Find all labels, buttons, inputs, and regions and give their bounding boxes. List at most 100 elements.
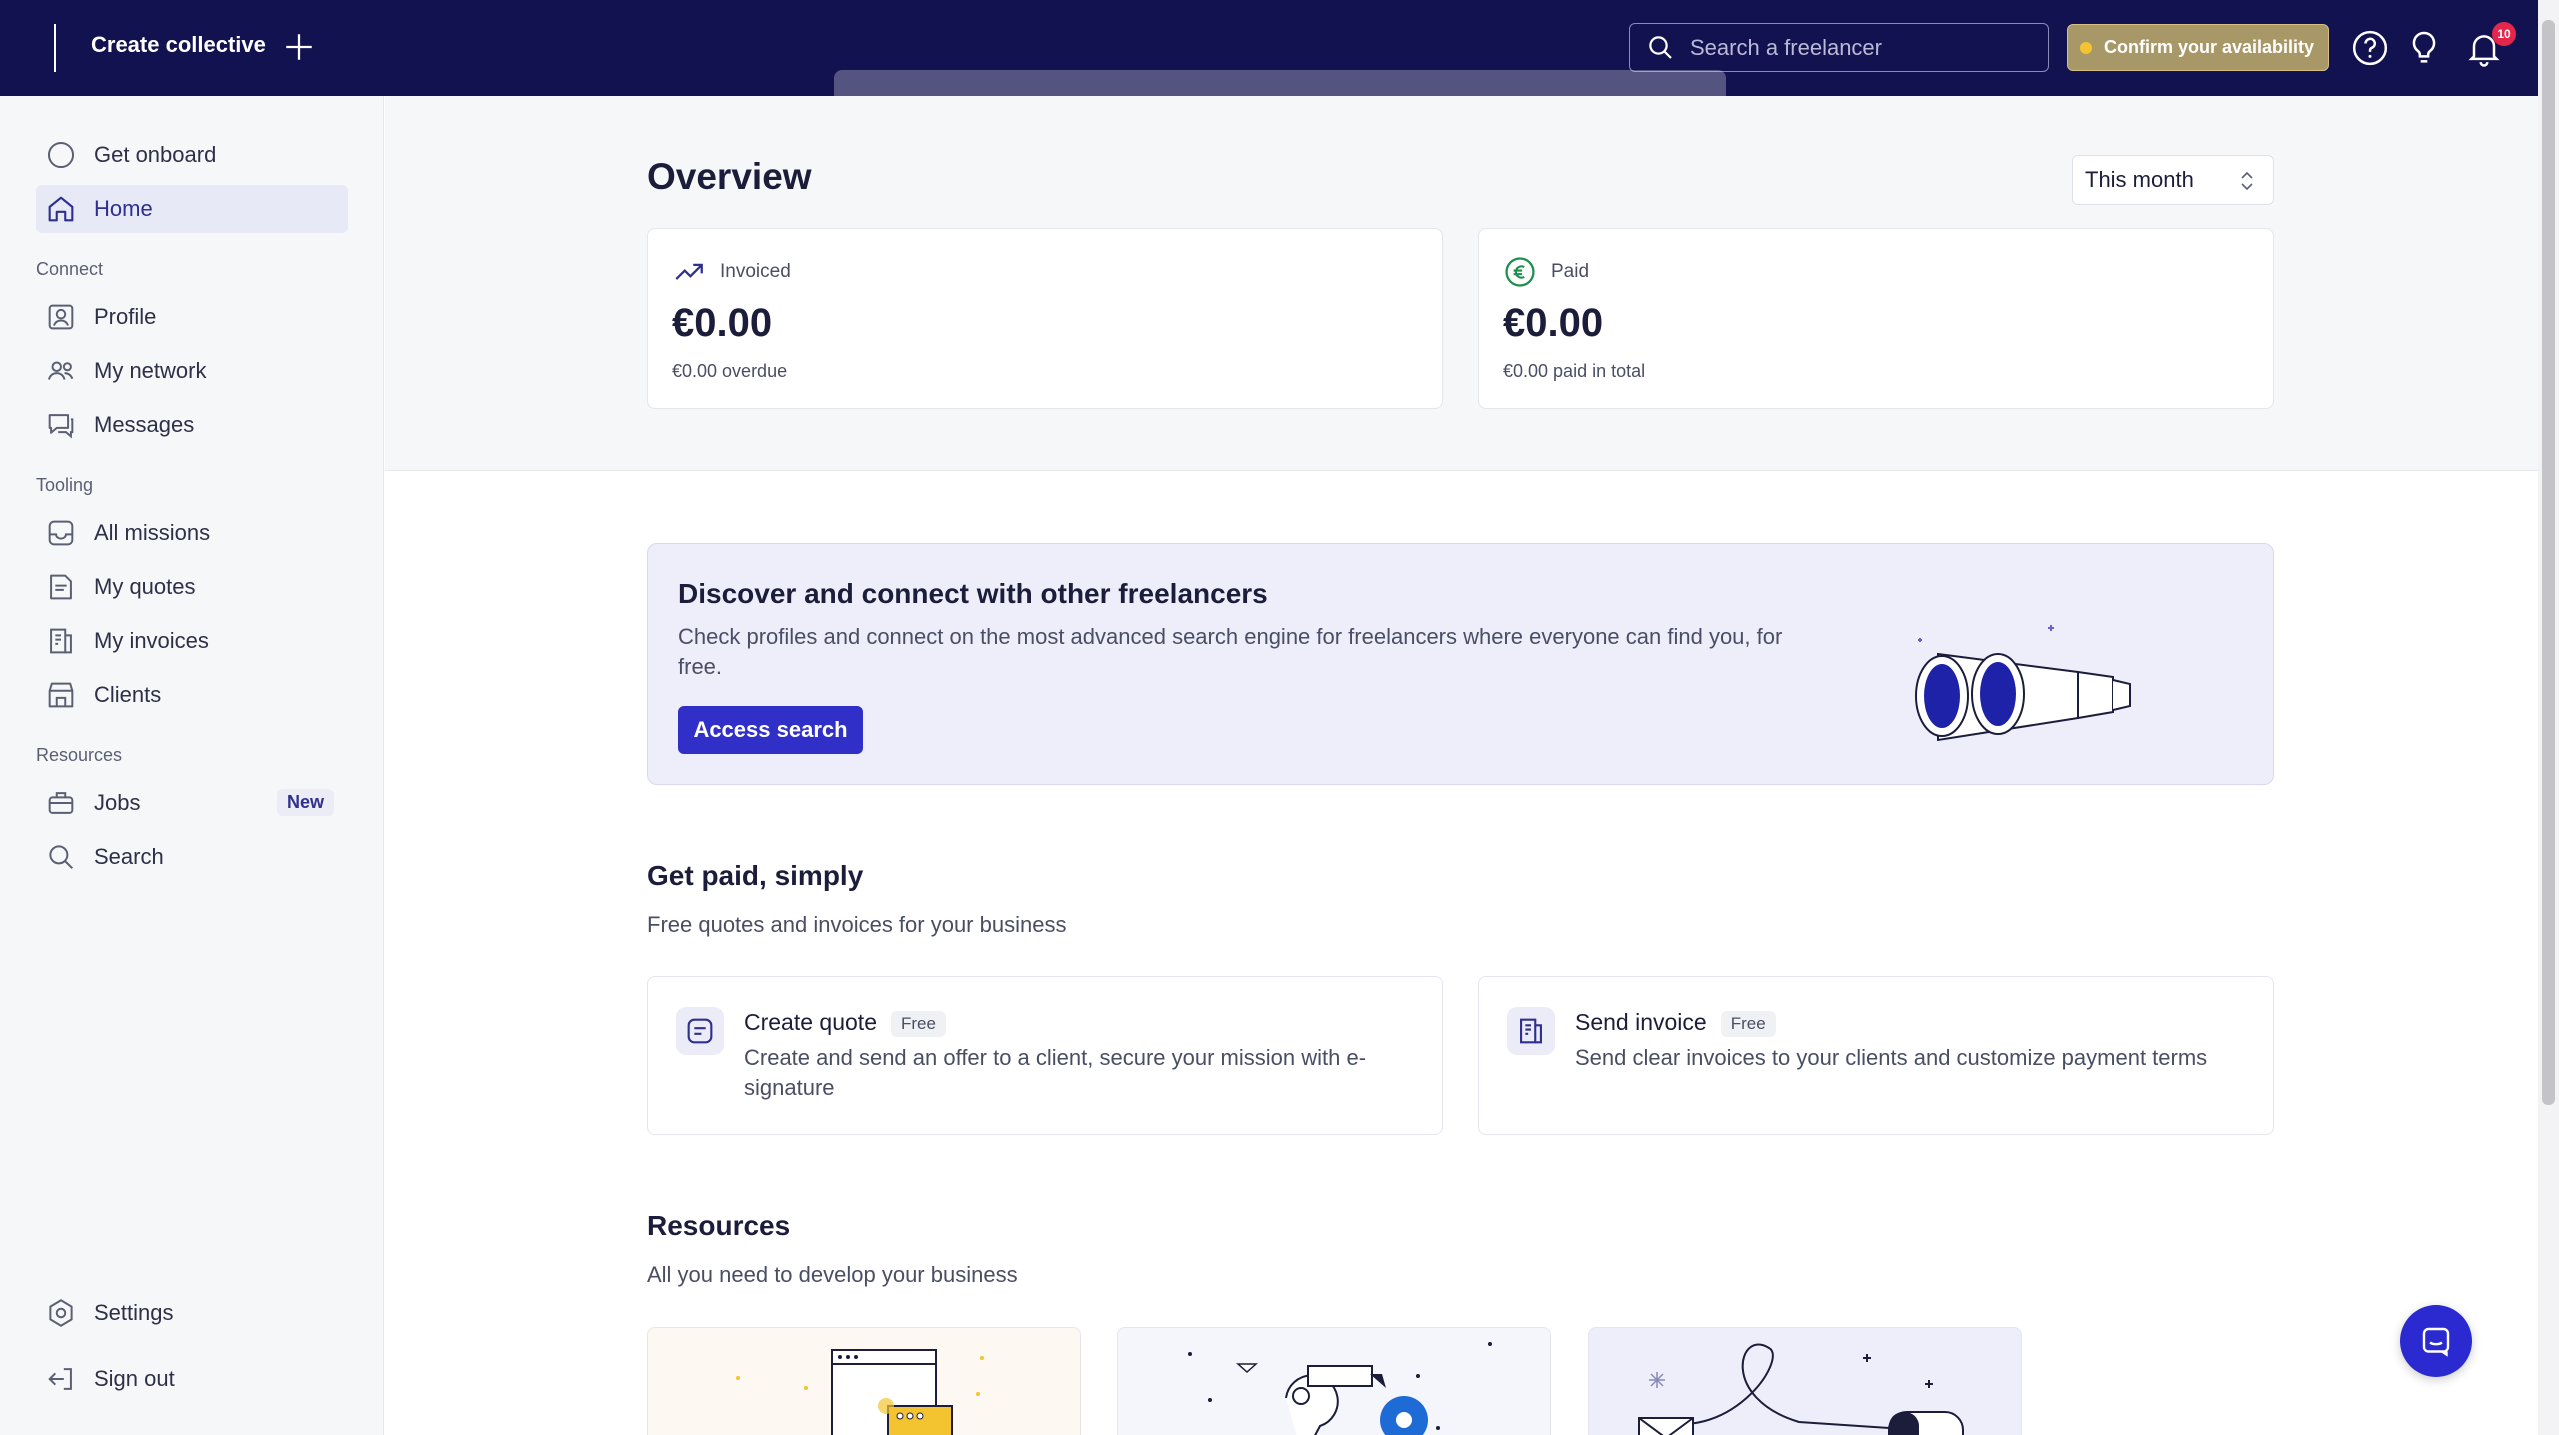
quote-document-icon	[50, 574, 72, 600]
sidebar-section-connect: Connect	[36, 259, 104, 279]
resource-card[interactable]	[1588, 1327, 2022, 1435]
sidebar-item-all-missions[interactable]: All missions	[36, 509, 348, 557]
circle-icon	[47, 141, 75, 169]
chat-icon	[48, 414, 74, 439]
topbar-divider	[54, 24, 56, 72]
email-path-illustration	[1638, 1343, 1964, 1435]
period-select[interactable]: This month	[2072, 155, 2274, 205]
sidebar-section-tooling: Tooling	[36, 475, 94, 495]
map-pin-illustration	[1188, 1342, 1492, 1435]
discover-text: Check profiles and connect on the most a…	[678, 624, 1783, 679]
send-invoice-card[interactable]: Send invoice Free Send clear invoices to …	[1478, 976, 2274, 1135]
sidebar-item-home[interactable]: Home	[36, 185, 348, 233]
get-paid-title: Get paid, simply	[647, 860, 864, 891]
trend-up-icon	[675, 263, 703, 280]
sidebar-item-label: My network	[94, 358, 207, 383]
create-quote-description: Create and send an offer to a client, se…	[744, 1045, 1367, 1100]
chat-support-button[interactable]	[2400, 1305, 2472, 1377]
website-illustration	[736, 1349, 984, 1435]
sidebar-item-label: My invoices	[94, 628, 209, 653]
invoice-icon	[1520, 1018, 1542, 1044]
scrollbar-thumb[interactable]	[2542, 20, 2555, 1105]
paid-label: Paid	[1551, 261, 1590, 282]
sidebar-item-my-invoices[interactable]: My invoices	[36, 617, 348, 665]
sidebar-item-label: Search	[94, 844, 164, 869]
send-invoice-title-row: Send invoice Free	[1575, 1009, 1776, 1037]
sidebar-item-label: Jobs	[94, 790, 141, 815]
invoice-icon	[50, 628, 72, 654]
access-search-button[interactable]: Access search	[678, 706, 863, 754]
sidebar-item-label: Clients	[94, 682, 162, 707]
storefront-icon	[48, 682, 74, 708]
confirm-availability-label: Confirm your availability	[2104, 37, 2315, 57]
create-collective-link[interactable]: Create collective	[91, 32, 266, 58]
sidebar-item-messages[interactable]: Messages	[36, 401, 348, 449]
search-input[interactable]	[1690, 34, 2030, 61]
resource-card[interactable]	[647, 1327, 1081, 1435]
resources-title: Resources	[647, 1210, 791, 1241]
profile-icon	[48, 304, 74, 330]
lightbulb-icon[interactable]	[2404, 28, 2444, 68]
sidebar-item-search[interactable]: Search	[36, 833, 348, 881]
sidebar-item-label: All missions	[94, 520, 211, 545]
briefcase-icon	[48, 792, 74, 814]
invoiced-value: €0.00	[672, 301, 773, 345]
inbox-icon	[48, 520, 74, 546]
paid-value: €0.00	[1503, 301, 1604, 345]
gear-icon	[49, 1299, 73, 1327]
chat-bubble-icon	[2422, 1327, 2450, 1357]
quote-icon-wrap	[676, 1007, 724, 1055]
sidebar-item-label: Home	[94, 196, 153, 221]
sidebar-item-profile[interactable]: Profile	[36, 293, 348, 341]
discover-banner: Discover and connect with other freelanc…	[647, 543, 2274, 785]
quote-document-icon	[687, 1018, 713, 1044]
sidebar-item-label: My quotes	[94, 574, 196, 599]
invoiced-label: Invoiced	[720, 261, 791, 282]
sidebar-item-settings[interactable]: Settings	[36, 1289, 348, 1337]
create-quote-title-row: Create quote Free	[744, 1009, 946, 1037]
notification-badge: 10	[2492, 22, 2516, 46]
home-icon	[48, 196, 74, 222]
send-invoice-title: Send invoice	[1575, 1009, 1707, 1035]
search-icon	[1649, 35, 1672, 59]
sign-out-icon	[48, 1368, 72, 1390]
sidebar-item-label: Settings	[94, 1300, 174, 1325]
sidebar-item-label: Get onboard	[94, 142, 217, 167]
sidebar-item-my-quotes[interactable]: My quotes	[36, 563, 348, 611]
sidebar-item-jobs[interactable]: Jobs New	[36, 779, 348, 827]
resources-subtitle: All you need to develop your business	[647, 1262, 1018, 1287]
binoculars-illustration	[1915, 625, 2131, 742]
period-select-value: This month	[2085, 167, 2194, 192]
free-badge: Free	[1720, 1010, 1776, 1037]
sidebar-item-my-network[interactable]: My network	[36, 347, 348, 395]
get-paid-subtitle: Free quotes and invoices for your busine…	[647, 912, 1067, 937]
page-title: Overview	[647, 156, 812, 197]
availability-status-dot	[2080, 41, 2092, 54]
send-invoice-description: Send clear invoices to your clients and …	[1575, 1045, 2208, 1070]
sidebar-item-label: Profile	[94, 304, 157, 329]
free-badge: Free	[890, 1010, 946, 1037]
sidebar-section-resources: Resources	[36, 745, 123, 765]
invoiced-overdue: €0.00 overdue	[672, 361, 788, 381]
help-icon[interactable]	[2350, 28, 2390, 68]
paid-card: Paid €0.00 €0.00 paid in total	[1478, 228, 2274, 409]
chevron-up-down-icon	[2241, 171, 2253, 191]
confirm-availability-button[interactable]: Confirm your availability	[2067, 24, 2329, 71]
discover-title: Discover and connect with other freelanc…	[678, 578, 1268, 609]
page-scrollbar[interactable]	[2538, 0, 2559, 1435]
sidebar-item-label: Sign out	[94, 1366, 175, 1391]
euro-icon	[1505, 257, 1535, 287]
plus-icon[interactable]	[282, 30, 316, 64]
sidebar-item-sign-out[interactable]: Sign out	[36, 1355, 348, 1403]
sidebar-item-get-onboard[interactable]: Get onboard	[36, 131, 348, 179]
search-icon	[49, 845, 74, 870]
resource-card[interactable]	[1117, 1327, 1551, 1435]
new-badge: New	[276, 789, 334, 816]
users-icon	[48, 361, 74, 380]
sidebar-item-label: Messages	[94, 412, 195, 437]
invoiced-card: Invoiced €0.00 €0.00 overdue	[647, 228, 1443, 409]
freelancer-search[interactable]	[1629, 23, 2049, 72]
invoice-icon-wrap	[1507, 1007, 1555, 1055]
sidebar-item-clients[interactable]: Clients	[36, 671, 348, 719]
create-quote-card[interactable]: Create quote Free Create and send an offe…	[647, 976, 1443, 1135]
